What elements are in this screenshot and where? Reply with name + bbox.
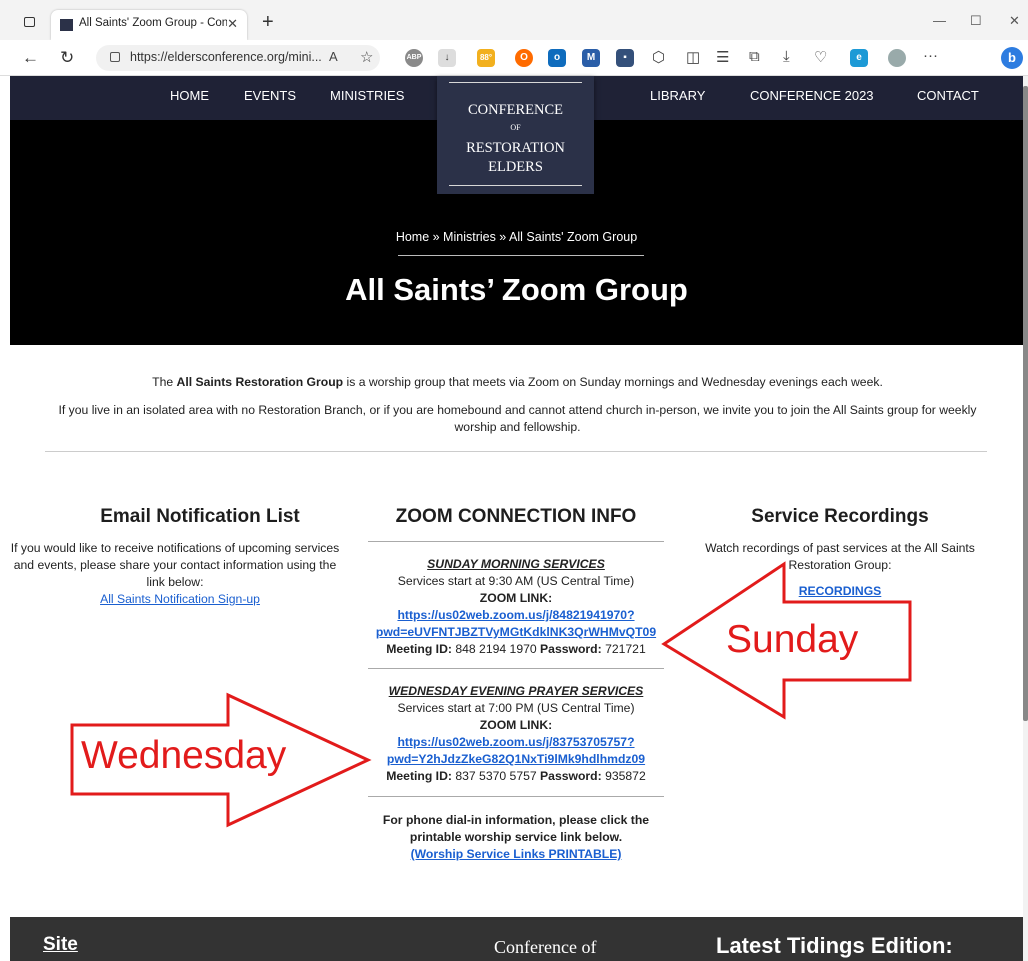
annotation-arrows [70, 561, 912, 828]
sunday-annotation-label: Sunday [726, 618, 859, 661]
wednesday-annotation-label: Wednesday [81, 734, 287, 777]
